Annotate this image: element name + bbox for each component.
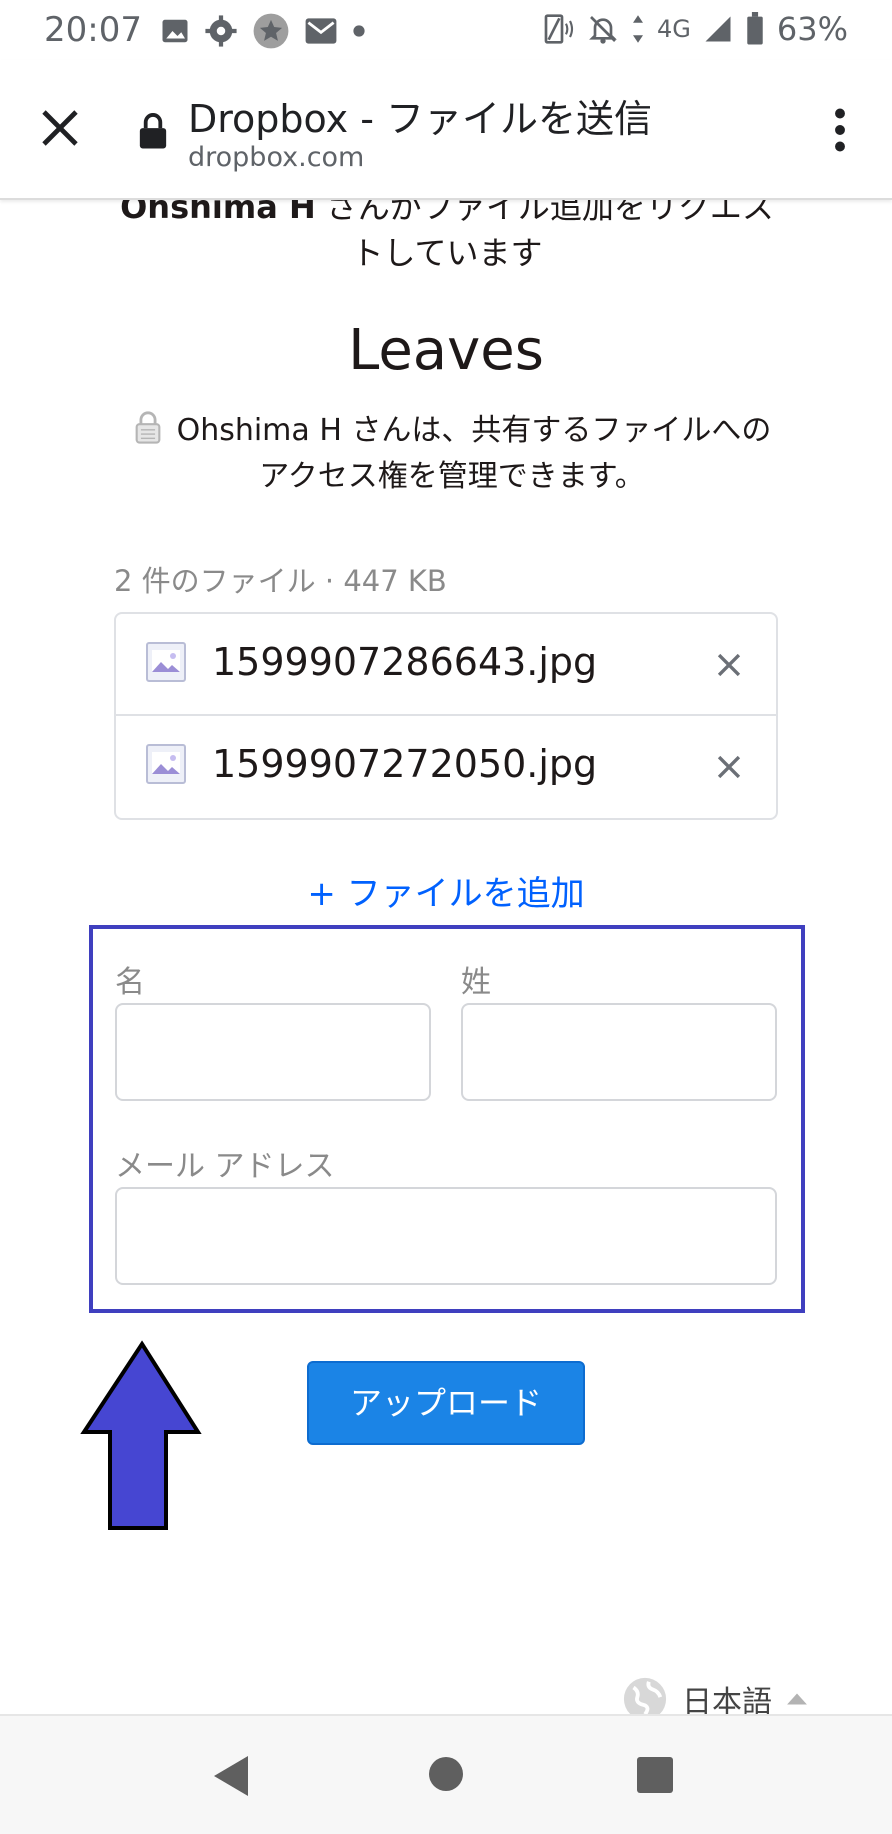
close-icon[interactable] bbox=[36, 104, 84, 152]
request-message: Ohshima H さんがファイル追加をリクエストしています bbox=[112, 200, 782, 276]
globe-icon bbox=[623, 1677, 667, 1714]
caret-up-icon bbox=[787, 1693, 807, 1705]
upload-button[interactable]: アップロード bbox=[307, 1361, 585, 1445]
remove-file-icon[interactable] bbox=[712, 648, 746, 682]
last-name-field[interactable] bbox=[461, 1003, 777, 1101]
gmail-icon bbox=[305, 18, 337, 44]
mute-icon bbox=[589, 16, 617, 44]
signal-icon bbox=[705, 16, 731, 42]
first-name-field[interactable] bbox=[115, 1003, 431, 1101]
language-selector[interactable]: 日本語 bbox=[622, 1676, 808, 1714]
requester-name: Ohshima H bbox=[120, 200, 316, 226]
page-url[interactable]: dropbox.com bbox=[188, 142, 364, 173]
system-nav-bar bbox=[0, 1714, 892, 1834]
remove-file-icon[interactable] bbox=[712, 750, 746, 784]
files-count: 2 件のファイル · 447 KB bbox=[114, 564, 447, 598]
file-name: 1599907272050.jpg bbox=[212, 742, 598, 786]
home-icon[interactable] bbox=[428, 1756, 464, 1792]
back-icon[interactable] bbox=[212, 1754, 252, 1798]
annotation-arrow-icon bbox=[80, 1340, 202, 1530]
add-files-link[interactable]: + ファイルを追加 bbox=[0, 866, 892, 915]
system-status: 4G 63% bbox=[541, 10, 848, 48]
request-text: さんがファイル追加をリクエストしています bbox=[315, 200, 774, 272]
email-label: メール アドレス bbox=[115, 1149, 335, 1184]
file-row: 1599907286643.jpg bbox=[116, 614, 776, 716]
page-content: Ohshima H さんがファイル追加をリクエストしています Leaves Oh… bbox=[0, 200, 892, 1714]
image-file-icon bbox=[146, 642, 186, 682]
status-bar: 20:07 4G 63% bbox=[0, 0, 892, 60]
dot-icon bbox=[353, 25, 365, 37]
file-list: 1599907286643.jpg 1599907272050.jpg bbox=[114, 612, 778, 820]
lock-icon[interactable] bbox=[138, 112, 168, 150]
settings-icon bbox=[205, 15, 237, 47]
status-time: 20:07 bbox=[44, 10, 142, 50]
file-row: 1599907272050.jpg bbox=[116, 716, 776, 818]
language-label: 日本語 bbox=[682, 1685, 772, 1714]
file-name: 1599907286643.jpg bbox=[212, 640, 598, 684]
sender-form-highlight: 名 姓 メール アドレス bbox=[89, 925, 805, 1313]
notification-icons bbox=[160, 12, 366, 50]
email-field[interactable] bbox=[115, 1187, 777, 1285]
last-name-label: 姓 bbox=[461, 965, 491, 1000]
image-icon bbox=[162, 19, 188, 43]
recents-icon[interactable] bbox=[636, 1756, 674, 1794]
browser-toolbar: Dropbox - ファイルを送信 dropbox.com bbox=[0, 60, 892, 200]
first-name-label: 名 bbox=[115, 965, 145, 1000]
padlock-icon bbox=[135, 411, 160, 444]
data-arrows-icon bbox=[633, 15, 643, 43]
folder-title: Leaves bbox=[348, 318, 544, 383]
page-title[interactable]: Dropbox - ファイルを送信 bbox=[188, 88, 652, 143]
access-note-text: Ohshima H さんは、共有するファイルへのアクセス権を管理できます。 bbox=[176, 413, 772, 494]
battery-level: 63% bbox=[776, 10, 848, 48]
star-icon bbox=[253, 13, 289, 49]
more-vert-icon[interactable] bbox=[834, 108, 846, 152]
image-file-icon bbox=[146, 744, 186, 784]
access-note: Ohshima H さんは、共有するファイルへのアクセス権を管理できます。 bbox=[122, 408, 782, 500]
network-type: 4G bbox=[657, 15, 691, 43]
nfc-icon bbox=[544, 14, 574, 44]
battery-icon bbox=[747, 12, 763, 45]
